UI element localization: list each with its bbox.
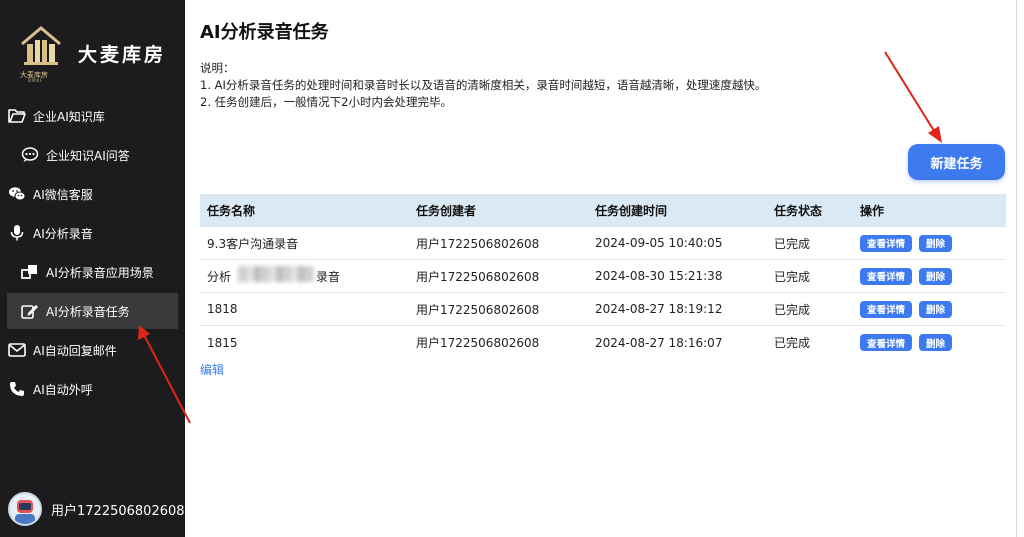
sidebar-item-label: 企业AI知识库 (33, 109, 105, 124)
cell-task-name: 1815 (207, 335, 238, 350)
description-heading: 说明： (200, 61, 235, 75)
sidebar-item-recording-scenarios[interactable]: AI分析录音应用场景 (0, 254, 185, 290)
new-task-button[interactable]: 新建任务 (908, 144, 1005, 180)
sidebar: 大麦库房 DMKF 大麦库房 企业AI知识库 企业知识AI问答 AI微信客服 A… (0, 0, 185, 537)
task-name-prefix: 分析 (207, 269, 232, 284)
cell-creator: 用户1722506802608 (416, 236, 540, 251)
chat-dots-icon (20, 145, 40, 165)
task-name-suffix: 录音 (316, 269, 341, 284)
column-header-status: 任务状态 (774, 204, 823, 218)
delete-button[interactable]: 删除 (919, 267, 953, 285)
folder-open-icon (7, 106, 27, 126)
cell-created-time: 2024-09-05 10:40:05 (595, 236, 723, 250)
delete-button[interactable]: 删除 (919, 234, 953, 252)
right-edge-divider (1016, 0, 1017, 537)
table-row: 1818 用户1722506802608 2024-08-27 18:19:12… (200, 293, 1006, 326)
cell-actions: 查看详情 删除 (853, 267, 1006, 285)
cell-created-time: 2024-08-27 18:19:12 (595, 302, 723, 316)
view-details-button[interactable]: 查看详情 (860, 300, 913, 318)
column-header-name: 任务名称 (207, 204, 256, 218)
sidebar-item-recording-tasks[interactable]: AI分析录音任务 (7, 293, 178, 329)
logo-mark-icon: 大麦库房 DMKF (18, 24, 64, 83)
table-row: 1815 用户1722506802608 2024-08-27 18:16:07… (200, 326, 1006, 359)
sidebar-item-auto-call[interactable]: AI自动外呼 (0, 371, 185, 407)
cell-task-name: 分析 录音 (200, 265, 409, 285)
logo-sub: DMKF (28, 78, 44, 83)
brand-name: 大麦库房 (78, 43, 167, 66)
main-content: AI分析录音任务 说明： 1. AI分析录音任务的处理时间和录音时长以及语音的清… (185, 0, 1024, 537)
column-header-created-time: 任务创建时间 (595, 204, 668, 218)
view-details-button[interactable]: 查看详情 (860, 334, 913, 351)
brand-logo[interactable]: 大麦库房 DMKF 大麦库房 (18, 22, 178, 84)
delete-button[interactable]: 删除 (919, 334, 953, 351)
sidebar-item-knowledge-qa[interactable]: 企业知识AI问答 (0, 137, 185, 173)
user-name: 用户1722506802608 (51, 503, 185, 519)
sidebar-item-auto-email[interactable]: AI自动回复邮件 (0, 332, 185, 368)
sidebar-item-recording-analysis[interactable]: AI分析录音 (0, 215, 185, 251)
view-details-button[interactable]: 查看详情 (860, 234, 913, 252)
cell-created-time: 2024-08-27 18:16:07 (595, 335, 723, 350)
microphone-icon (7, 223, 27, 243)
table-row: 分析 录音 用户1722506802608 2024-08-30 15:21:38… (200, 260, 1006, 293)
column-header-actions: 操作 (860, 204, 885, 218)
cell-task-name: 1818 (207, 302, 238, 316)
description-line-1: 1. AI分析录音任务的处理时间和录音时长以及语音的清晰度相关，录音时间越短，语… (200, 78, 767, 92)
description-line-2: 2. 任务创建后，一般情况下2小时内会处理完毕。 (200, 95, 452, 109)
sidebar-item-label: AI分析录音任务 (46, 304, 130, 319)
column-header-creator: 任务创建者 (416, 204, 477, 218)
wechat-icon (7, 184, 27, 204)
user-profile[interactable]: 用户1722506802608 (8, 492, 185, 526)
sidebar-item-label: AI分析录音 (33, 226, 93, 241)
sidebar-item-label: AI自动回复邮件 (33, 343, 117, 358)
view-details-button[interactable]: 查看详情 (860, 267, 913, 285)
description: 说明： 1. AI分析录音任务的处理时间和录音时长以及语音的清晰度相关，录音时间… (200, 60, 766, 111)
sidebar-item-label: AI微信客服 (33, 187, 93, 202)
sidebar-item-label: 企业知识AI问答 (46, 148, 130, 163)
app-window: 大麦库房 DMKF 大麦库房 企业AI知识库 企业知识AI问答 AI微信客服 A… (0, 0, 1024, 537)
squares-icon (20, 262, 40, 282)
cell-actions: 查看详情 删除 (853, 300, 1006, 318)
cell-status: 已完成 (774, 302, 811, 317)
phone-icon (7, 379, 27, 399)
cell-creator: 用户1722506802608 (416, 269, 540, 284)
cell-creator: 用户1722506802608 (416, 302, 540, 317)
sidebar-item-label: AI分析录音应用场景 (46, 265, 154, 280)
sidebar-item-label: AI自动外呼 (33, 382, 93, 397)
avatar[interactable] (8, 492, 42, 526)
cell-task-name: 9.3客户沟通录音 (207, 236, 299, 251)
task-table: 任务名称 任务创建者 任务创建时间 任务状态 操作 9.3客户沟通录音 用户17… (200, 194, 1006, 359)
cell-status: 已完成 (774, 236, 811, 251)
delete-button[interactable]: 删除 (919, 300, 953, 318)
table-row: 9.3客户沟通录音 用户1722506802608 2024-09-05 10:… (200, 227, 1006, 260)
cell-created-time: 2024-08-30 15:21:38 (595, 269, 723, 283)
cell-actions: 查看详情 删除 (853, 334, 1006, 351)
redacted-text (238, 265, 314, 282)
cell-creator: 用户1722506802608 (416, 336, 540, 350)
cell-status: 已完成 (774, 269, 811, 284)
cell-actions: 查看详情 删除 (853, 234, 1006, 252)
edit-link[interactable]: 编辑 (200, 361, 224, 378)
page-title: AI分析录音任务 (200, 22, 329, 43)
cell-status: 已完成 (774, 336, 811, 350)
envelope-icon (7, 340, 27, 360)
sidebar-item-wechat-service[interactable]: AI微信客服 (0, 176, 185, 212)
table-header: 任务名称 任务创建者 任务创建时间 任务状态 操作 (200, 194, 1006, 227)
edit-icon (20, 301, 40, 321)
sidebar-item-knowledge-base[interactable]: 企业AI知识库 (0, 98, 185, 134)
